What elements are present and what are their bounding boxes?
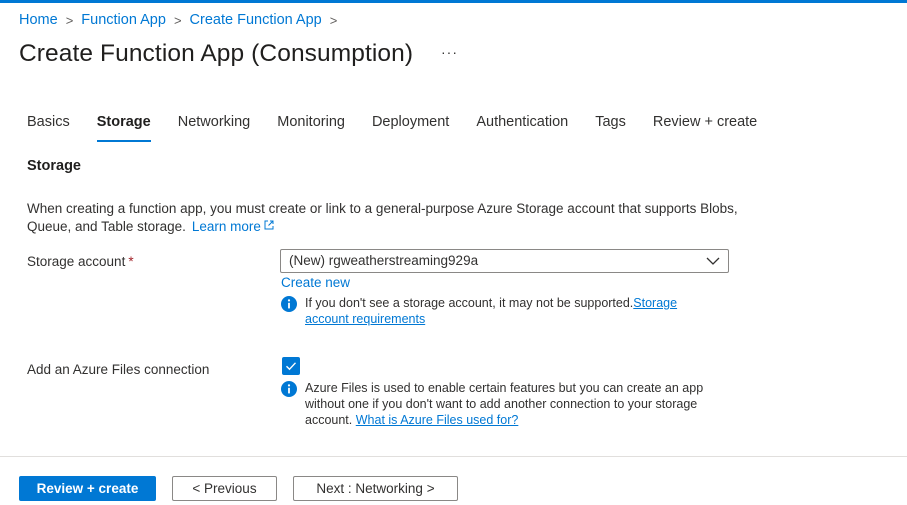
storage-account-info-message: If you don't see a storage account, it m… [305, 296, 634, 310]
learn-more-link[interactable]: Learn more [192, 219, 274, 234]
page-title: Create Function App (Consumption) [19, 40, 414, 67]
tab-deployment[interactable]: Deployment [372, 114, 449, 144]
storage-account-info: If you don't see a storage account, it m… [281, 295, 701, 327]
azure-files-checkbox[interactable] [282, 357, 300, 375]
footer-divider [0, 456, 907, 457]
info-icon [281, 381, 297, 397]
tab-review-create[interactable]: Review + create [653, 114, 757, 144]
top-accent-bar [0, 0, 907, 3]
tab-basics[interactable]: Basics [27, 114, 70, 144]
breadcrumb-separator: > [329, 12, 338, 28]
breadcrumb: Home > Function App > Create Function Ap… [19, 12, 345, 28]
required-mark: * [128, 254, 134, 269]
tab-bar: Basics Storage Networking Monitoring Dep… [27, 114, 784, 144]
info-icon [281, 296, 297, 312]
breadcrumb-home[interactable]: Home [19, 12, 58, 28]
tab-monitoring[interactable]: Monitoring [277, 114, 345, 144]
storage-description-text: When creating a function app, you must c… [27, 201, 738, 234]
breadcrumb-create-function-app[interactable]: Create Function App [190, 12, 322, 28]
storage-account-info-text: If you don't see a storage account, it m… [305, 295, 701, 327]
storage-account-label-text: Storage account [27, 254, 126, 269]
more-options-icon[interactable]: ··· [441, 44, 458, 60]
breadcrumb-separator: > [173, 12, 182, 28]
tab-tags[interactable]: Tags [595, 114, 626, 144]
storage-account-label: Storage account * [27, 254, 134, 269]
storage-description: When creating a function app, you must c… [27, 200, 747, 236]
chevron-down-icon [706, 257, 720, 265]
checkmark-icon [286, 362, 297, 371]
create-new-link[interactable]: Create new [281, 275, 350, 290]
tab-authentication[interactable]: Authentication [476, 114, 568, 144]
azure-files-info-link[interactable]: What is Azure Files used for? [356, 413, 519, 427]
tab-networking[interactable]: Networking [178, 114, 251, 144]
section-title: Storage [27, 158, 81, 174]
storage-account-dropdown[interactable]: (New) rgweatherstreaming929a [280, 249, 729, 273]
previous-button[interactable]: < Previous [172, 476, 277, 501]
breadcrumb-function-app[interactable]: Function App [81, 12, 166, 28]
breadcrumb-separator: > [65, 12, 74, 28]
azure-files-info-text: Azure Files is used to enable certain fe… [305, 380, 711, 428]
azure-files-label: Add an Azure Files connection [27, 362, 210, 377]
external-link-icon [264, 220, 274, 230]
learn-more-label: Learn more [191, 219, 261, 234]
storage-account-value: (New) rgweatherstreaming929a [289, 253, 479, 268]
tab-storage[interactable]: Storage [96, 114, 151, 144]
next-networking-button[interactable]: Next : Networking > [293, 476, 458, 501]
azure-files-info: Azure Files is used to enable certain fe… [281, 380, 711, 428]
review-create-button[interactable]: Review + create [19, 476, 156, 501]
